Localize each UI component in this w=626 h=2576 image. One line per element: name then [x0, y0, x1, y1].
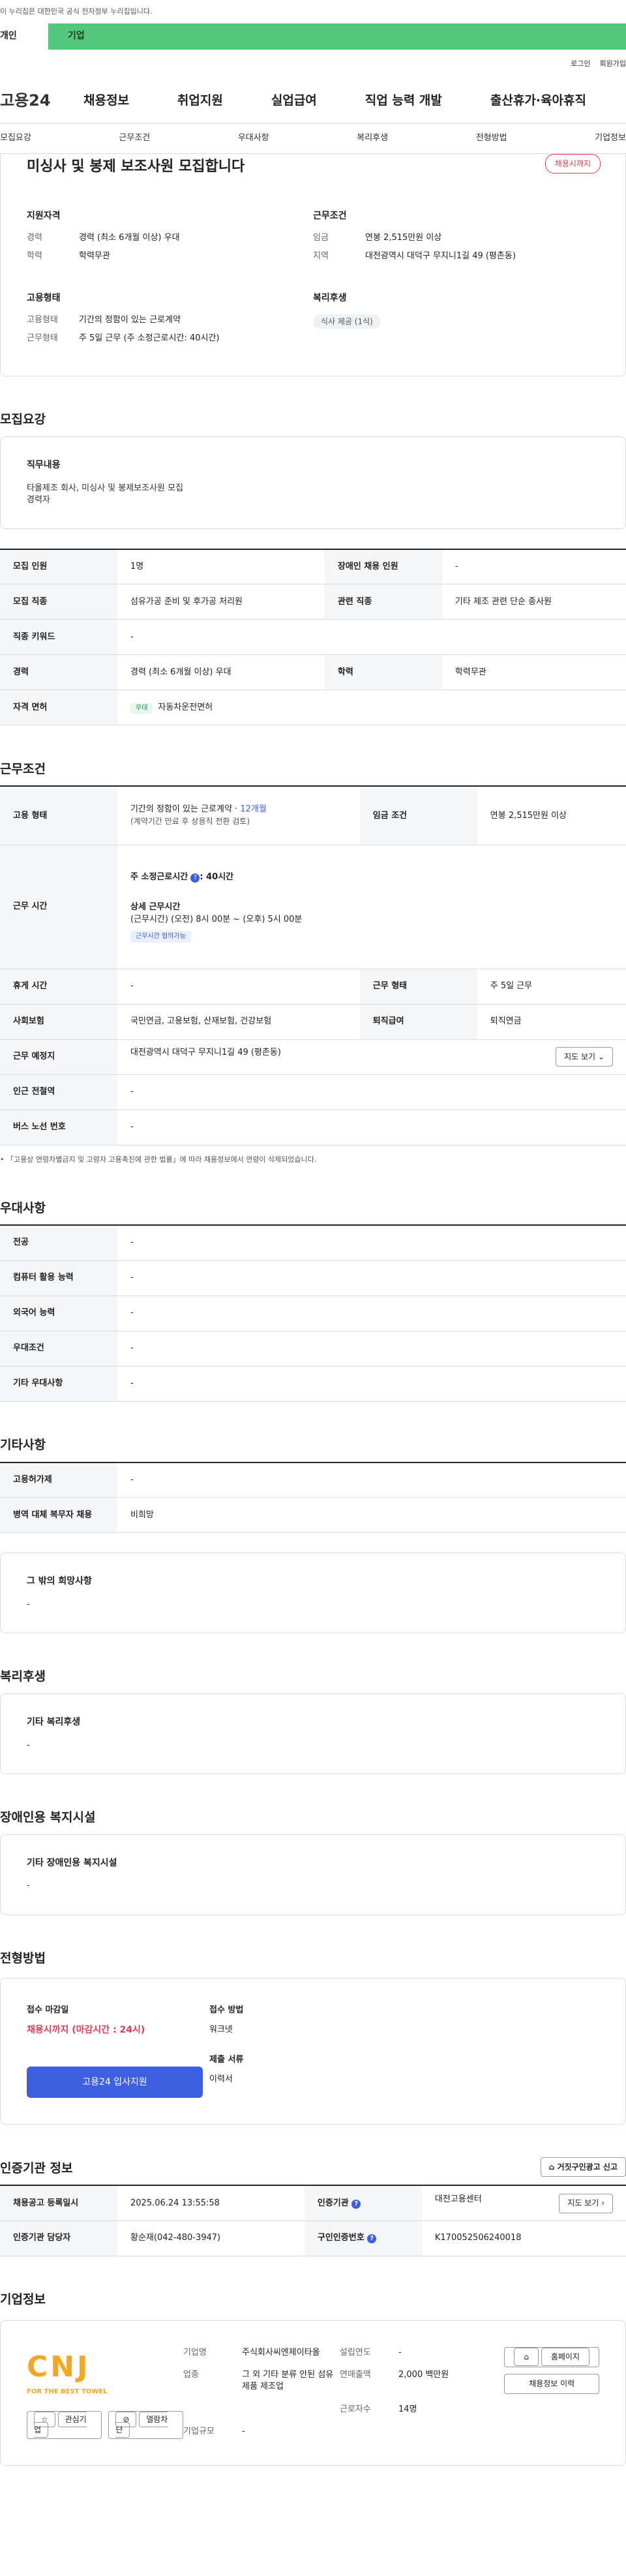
secnav-conditions[interactable]: 근무조건 [119, 132, 150, 144]
gnb-unemployment[interactable]: 실업급여 [271, 92, 317, 110]
report-button[interactable]: ⌂ 거짓구인광고 신고 [540, 2157, 626, 2177]
company-box: CNJ FOR THE BEST TOWEL ☆ 관심기업 ⊘ 열람차단 기업명… [0, 2320, 626, 2466]
secnav-preference[interactable]: 우대사항 [238, 132, 269, 144]
secnav-welfare[interactable]: 복리후생 [357, 132, 388, 144]
section-nav: 모집요강 근무조건 우대사항 복리후생 전형방법 기업정보 [0, 124, 626, 154]
chevron-down-icon: ⌄ [597, 1052, 604, 1061]
fav-company-button[interactable]: ☆ 관심기업 [27, 2410, 102, 2440]
cert-header: 인증기관 정보 ⌂ 거짓구인광고 신고 [0, 2144, 626, 2185]
tab-business[interactable]: 기업 [48, 23, 626, 50]
chevron-right-icon: › [601, 2198, 604, 2208]
secnav-company[interactable]: 기업정보 [595, 132, 626, 144]
welfare-chip: 식사 제공 (1식) [313, 314, 381, 329]
gnb-training[interactable]: 직업 능력 개발 [365, 92, 442, 110]
etc-heading: 기타사항 [0, 1438, 46, 1453]
history-button[interactable]: 채용정보 이력 [504, 2373, 599, 2394]
gnb-leave[interactable]: 출산휴가·육아휴직 [490, 92, 586, 110]
process-box: 접수 마감일 채용시까지 (마감시간 : 24시) 고용24 입사지원 접수 방… [0, 1977, 626, 2125]
hours-negotiable-tag: 근무시간 협의가능 [130, 930, 191, 943]
site-logo[interactable]: 고용24 [0, 90, 83, 112]
info-icon[interactable]: ? [367, 2234, 377, 2244]
join-link[interactable]: 회원가입 [600, 59, 626, 68]
disabled-heading: 장애인용 복지시설 [0, 1810, 96, 1825]
job-title: 미싱사 및 봉제 보조사원 모집합니다 [27, 159, 245, 175]
cert-heading: 인증기관 정보 [0, 2160, 73, 2175]
conditions-heading: 근무조건 [0, 761, 46, 776]
job-summary-card: 미싱사 및 봉제 보조사원 모집합니다 채용시까지 지원자격 경력 경력 (최소 … [0, 154, 626, 376]
age-notice: • 「고용상 연령차별금지 및 고령자 고용촉진에 관한 법률」에 따라 채용정… [0, 1155, 317, 1164]
pref-tag: 우대 [130, 703, 153, 714]
deadline-value: 채용시까지 (마감시간 : 24시) [27, 2024, 145, 2035]
company-info: 기업명 주식회사씨엔제이타올 설립연도 - 업종 그 외 기타 분류 안된 섬유제품 … [183, 2347, 449, 2436]
deadline-badge: 채용시까지 [544, 154, 601, 174]
utility-links: 로그인 회원가입 [0, 50, 626, 78]
cert-map-button[interactable]: 지도 보기 › [559, 2193, 613, 2213]
recruit-heading: 모집요강 [0, 412, 46, 427]
cert-table: 채용공고 등록일시 2025.06.24 13:55:58 인증기관 ? 대전고용센터… [0, 2185, 626, 2256]
gnb-jobs[interactable]: 채용정보 [83, 92, 129, 110]
disabled-box: 기타 장애인용 복지시설 - [0, 1834, 626, 1915]
process-heading: 전형방법 [0, 1951, 46, 1966]
welfare-heading: 복리후생 [0, 1669, 46, 1684]
pref-table: 전공 - 컴퓨터 활용 능력 - 외국어 능력 - 우대조건 - 기타 우대사항 - [0, 1224, 626, 1402]
global-nav: 고용24 채용정보 취업지원 실업급여 직업 능력 개발 출산휴가·육아휴직 [0, 78, 626, 124]
info-icon[interactable]: ? [190, 873, 200, 883]
etc-table: 고용허가제 - 병역 대체 복무자 채용 비희망 [0, 1462, 626, 1534]
recruit-table: 모집 인원 1명 장애인 채용 인원 - 모집 직종 섬유가공 준비 및 후가공 처리원… [0, 549, 626, 726]
homepage-button[interactable]: ⌂ 홈페이지 [504, 2346, 599, 2367]
block-company-button[interactable]: ⊘ 열람차단 [108, 2410, 183, 2440]
apply-button[interactable]: 고용24 입사지원 [27, 2067, 203, 2099]
pref-heading: 우대사항 [0, 1200, 46, 1215]
info-icon[interactable]: ? [351, 2199, 361, 2209]
secnav-recruit[interactable]: 모집요강 [0, 132, 31, 144]
emp-title: 고용형태 [27, 292, 61, 303]
contract-period-link[interactable]: 12개월 [240, 804, 266, 814]
secnav-process[interactable]: 전형방법 [476, 132, 507, 144]
duty-box: 직무내용 타올제조 회사, 미싱사 및 봉제보조사원 모집 경력자 [0, 436, 626, 529]
gnb-employment-support[interactable]: 취업지원 [177, 92, 223, 110]
home-icon: ⌂ [548, 2162, 555, 2172]
welfare-box: 기타 복리후생 - [0, 1693, 626, 1774]
etc-box: 그 밖의 희망사항 - [0, 1553, 626, 1634]
qual-title: 지원자격 [27, 211, 61, 221]
gov-notice: 이 누리집은 대한민국 공식 전자정부 누리집입니다. [0, 7, 153, 16]
work-title: 근무조건 [313, 211, 347, 221]
conditions-table: 고용 형태 기간의 정함이 있는 근로계약 · 12개월 (계약기간 만료 후 상용… [0, 785, 626, 1145]
home-icon: ⌂ [514, 2347, 539, 2366]
company-logo: CNJ [27, 2350, 91, 2384]
company-heading: 기업정보 [0, 2292, 46, 2307]
login-link[interactable]: 로그인 [571, 59, 590, 68]
welfare-title: 복리후생 [313, 292, 347, 303]
tab-personal[interactable]: 개인 [0, 23, 48, 50]
map-view-button[interactable]: 지도 보기 ⌄ [556, 1047, 613, 1067]
user-type-tabs: 개인 기업 [0, 23, 626, 50]
